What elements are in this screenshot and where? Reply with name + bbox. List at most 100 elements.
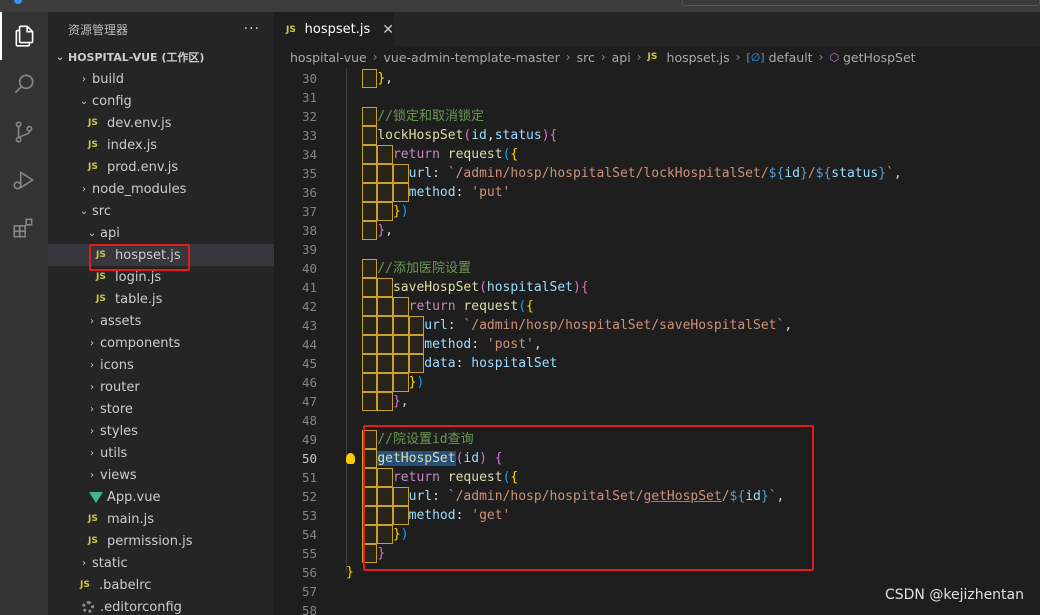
tree-item[interactable]: JS dev.env.js xyxy=(48,112,274,134)
code-line[interactable]: 58 xyxy=(274,601,1040,615)
tree-item[interactable]: .editorconfig xyxy=(48,596,274,615)
tree-item[interactable]: JS .babelrc xyxy=(48,574,274,596)
tab-hospset[interactable]: JS hospset.js ✕ xyxy=(274,12,394,46)
tree-item-label: components xyxy=(100,335,181,351)
code-line[interactable]: 36 method: 'put' xyxy=(274,183,1040,202)
code-line[interactable]: 47 }, xyxy=(274,392,1040,411)
breadcrumb-item[interactable]: api xyxy=(612,50,631,65)
code-token: , xyxy=(533,337,542,352)
more-actions-icon[interactable]: ··· xyxy=(244,21,260,37)
code-line[interactable]: 34 return request({ xyxy=(274,145,1040,164)
source-control-icon[interactable] xyxy=(0,108,48,156)
tree-item[interactable]: › assets xyxy=(48,310,274,332)
code-line[interactable]: 50 getHospSet(id) { xyxy=(274,449,1040,468)
code-line[interactable]: 39 xyxy=(274,240,1040,259)
code-line[interactable]: 31 xyxy=(274,88,1040,107)
code-line[interactable]: 51 return request({ xyxy=(274,468,1040,487)
extensions-icon[interactable] xyxy=(0,204,48,252)
explorer-title: 资源管理器 xyxy=(68,22,129,37)
tree-item[interactable]: ⌄ config xyxy=(48,90,274,112)
code-line[interactable]: 49 //院设置id查询 xyxy=(274,430,1040,449)
tree-item[interactable]: ⌄ api xyxy=(48,222,274,244)
code-line[interactable]: 55 } xyxy=(274,544,1040,563)
tree-item[interactable]: › styles xyxy=(48,420,274,442)
code-line[interactable]: 42 return request({ xyxy=(274,297,1040,316)
tree-item[interactable]: JS login.js xyxy=(48,266,274,288)
tree-item[interactable]: JS hospset.js xyxy=(48,244,274,266)
command-center[interactable] xyxy=(682,0,1040,6)
tree-item[interactable]: › views xyxy=(48,464,274,486)
code-text: method: 'put' xyxy=(346,183,511,202)
code-line[interactable]: 43 url: `/admin/hosp/hospitalSet/saveHos… xyxy=(274,316,1040,335)
search-icon[interactable] xyxy=(0,60,48,108)
tree-item[interactable]: JS table.js xyxy=(48,288,274,310)
tree-item[interactable]: › icons xyxy=(48,354,274,376)
chevron-down-icon: ⌄ xyxy=(79,95,89,107)
chevron-right-icon: › xyxy=(372,50,378,64)
tree-item[interactable]: ⌄ src xyxy=(48,200,274,222)
breadcrumb-item[interactable]: vue-admin-template-master xyxy=(384,50,560,65)
js-file-icon: JS xyxy=(80,580,90,590)
explorer-icon[interactable] xyxy=(0,12,48,60)
code-line[interactable]: 48 xyxy=(274,411,1040,430)
code-token: method xyxy=(424,337,472,352)
run-debug-icon[interactable] xyxy=(0,156,48,204)
breadcrumb-item[interactable]: src xyxy=(577,50,595,65)
code-line[interactable]: 46 }) xyxy=(274,373,1040,392)
code-token: request xyxy=(447,147,503,162)
tree-item[interactable]: › components xyxy=(48,332,274,354)
lightbulb-icon[interactable] xyxy=(343,449,357,468)
tree-item[interactable]: › node_modules xyxy=(48,178,274,200)
js-file-icon: JS xyxy=(88,118,98,128)
code-token: : xyxy=(432,489,448,504)
breadcrumb-item[interactable]: default xyxy=(769,50,813,65)
close-icon[interactable]: ✕ xyxy=(382,22,394,38)
tree-item[interactable]: › store xyxy=(48,398,274,420)
tree-item[interactable]: › utils xyxy=(48,442,274,464)
code-line[interactable]: 30 }, xyxy=(274,69,1040,88)
workspace-root[interactable]: ⌄ HOSPITAL-VUE (工作区) xyxy=(48,46,274,68)
line-number: 32 xyxy=(301,109,317,124)
code-line[interactable]: 41 saveHospSet(hospitalSet){ xyxy=(274,278,1040,297)
code-line[interactable]: 37 }) xyxy=(274,202,1040,221)
tree-item[interactable]: JS main.js xyxy=(48,508,274,530)
file-tree: › build ⌄ config JS dev.env.js JS index.js JS pro… xyxy=(48,68,274,615)
breadcrumb-item[interactable]: hospital-vue xyxy=(290,50,367,65)
code-line[interactable]: 45 data: hospitalSet xyxy=(274,354,1040,373)
tree-item[interactable]: › router xyxy=(48,376,274,398)
code-line[interactable]: 52 url: `/admin/hosp/hospitalSet/getHosp… xyxy=(274,487,1040,506)
line-number: 56 xyxy=(301,565,317,580)
code-editor[interactable]: 30 }, 31 32 //锁定和取消锁定 33 lockHospSet(id,sta… xyxy=(274,68,1040,615)
code-line[interactable]: 38 }, xyxy=(274,221,1040,240)
tree-item[interactable]: App.vue xyxy=(48,486,274,508)
code-line[interactable]: 54 }) xyxy=(274,525,1040,544)
code-line[interactable]: 56} xyxy=(274,563,1040,582)
tree-item[interactable]: › static xyxy=(48,552,274,574)
tree-item[interactable]: JS index.js xyxy=(48,134,274,156)
tree-item[interactable]: › build xyxy=(48,68,274,90)
line-number: 43 xyxy=(301,318,317,333)
code-line[interactable]: 33 lockHospSet(id,status){ xyxy=(274,126,1040,145)
code-line[interactable]: 40 //添加医院设置 xyxy=(274,259,1040,278)
breadcrumb-item[interactable]: hospset.js xyxy=(667,50,730,65)
vue-file-icon xyxy=(89,491,103,503)
code-token: } xyxy=(346,565,354,580)
line-number: 46 xyxy=(301,375,317,390)
tree-item[interactable]: JS permission.js xyxy=(48,530,274,552)
code-text: return request({ xyxy=(346,297,534,316)
tree-item-label: src xyxy=(92,203,111,219)
breadcrumb-item[interactable]: getHospSet xyxy=(843,50,916,65)
code-line[interactable]: 44 method: 'post', xyxy=(274,335,1040,354)
code-line[interactable]: 53 method: 'get' xyxy=(274,506,1040,525)
tree-item[interactable]: JS prod.env.js xyxy=(48,156,274,178)
code-token: ${ xyxy=(815,166,832,181)
code-token: ` xyxy=(886,166,894,181)
code-line[interactable]: 35 url: `/admin/hosp/hospitalSet/lockHos… xyxy=(274,164,1040,183)
code-line[interactable]: 32 //锁定和取消锁定 xyxy=(274,107,1040,126)
